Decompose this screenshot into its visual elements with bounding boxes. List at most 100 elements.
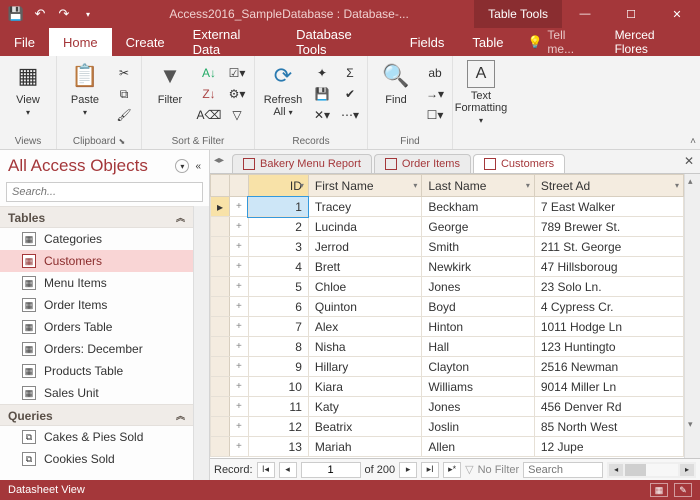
column-header-street-ad[interactable]: Street Ad▾ xyxy=(534,175,683,197)
table-row[interactable]: +3JerrodSmith211 St. George xyxy=(211,237,684,257)
tab-external-data[interactable]: External Data xyxy=(179,28,282,56)
table-row[interactable]: +12BeatrixJoslin85 North West xyxy=(211,417,684,437)
row-selector[interactable] xyxy=(211,337,230,357)
nav-item-cookies-sold[interactable]: ⧉Cookies Sold xyxy=(0,448,193,470)
row-selector[interactable] xyxy=(211,437,230,457)
grid-vertical-scrollbar[interactable] xyxy=(684,174,700,458)
tab-file[interactable]: File xyxy=(0,28,49,56)
expand-row-icon[interactable]: + xyxy=(230,397,249,417)
cut-icon[interactable]: ✂ xyxy=(113,64,135,82)
delete-record-icon[interactable]: ✕▾ xyxy=(311,106,333,124)
replace-icon[interactable]: ab xyxy=(424,64,446,82)
nav-item-products-table[interactable]: ▦Products Table xyxy=(0,360,193,382)
table-row[interactable]: +10KiaraWilliams9014 Miller Ln xyxy=(211,377,684,397)
last-record-button[interactable]: ▸I xyxy=(421,462,439,478)
tab-home[interactable]: Home xyxy=(49,28,112,56)
nav-scrollbar[interactable] xyxy=(193,206,209,480)
new-record-nav-button[interactable]: ▸* xyxy=(443,462,461,478)
column-header-first-name[interactable]: First Name▾ xyxy=(308,175,421,197)
table-row[interactable]: +13MariahAllen12 Jupe xyxy=(211,437,684,457)
tab-table[interactable]: Table xyxy=(458,28,517,56)
tell-me-search[interactable]: 💡Tell me... xyxy=(517,28,602,56)
datasheet-grid[interactable]: ID▾First Name▾Last Name▾Street Ad▾▸+1Tra… xyxy=(210,174,684,458)
nav-item-customers[interactable]: ▦Customers xyxy=(0,250,193,272)
more-records-icon[interactable]: ⋯▾ xyxy=(339,106,361,124)
hscroll-right-icon[interactable]: ▸ xyxy=(680,464,694,476)
hscroll-left-icon[interactable]: ◂ xyxy=(609,464,623,476)
expand-row-icon[interactable]: + xyxy=(230,337,249,357)
expand-row-icon[interactable]: + xyxy=(230,377,249,397)
spelling-icon[interactable]: ✔ xyxy=(339,85,361,103)
sort-ascending-icon[interactable]: A↓ xyxy=(198,64,220,82)
nav-category-dropdown-icon[interactable]: ▾ xyxy=(175,159,189,173)
close-button[interactable]: ✕ xyxy=(654,0,700,28)
format-painter-icon[interactable]: 🖌 xyxy=(113,106,135,124)
paste-button[interactable]: 📋 Paste▾ xyxy=(63,60,107,118)
expand-row-icon[interactable]: + xyxy=(230,277,249,297)
filter-indicator-icon[interactable]: ▽ xyxy=(465,463,473,476)
save-record-icon[interactable]: 💾 xyxy=(311,85,333,103)
row-selector[interactable]: ▸ xyxy=(211,197,230,217)
qat-dropdown-icon[interactable]: ▾ xyxy=(78,4,98,24)
sort-descending-icon[interactable]: Z↓ xyxy=(198,85,220,103)
expand-row-icon[interactable]: + xyxy=(230,197,249,217)
view-button[interactable]: ▦ View▾ xyxy=(6,60,50,118)
nav-category-tables[interactable]: Tables︽ xyxy=(0,206,193,228)
doc-tab-customers[interactable]: Customers xyxy=(473,154,565,173)
nav-pane-title[interactable]: All Access Objects xyxy=(8,156,175,176)
prev-record-button[interactable]: ◂ xyxy=(279,462,297,478)
new-record-icon[interactable]: ✦ xyxy=(311,64,333,82)
expand-row-icon[interactable]: + xyxy=(230,357,249,377)
redo-icon[interactable]: ↷ xyxy=(54,4,74,24)
maximize-button[interactable]: ☐ xyxy=(608,0,654,28)
table-row[interactable]: +6QuintonBoyd4 Cypress Cr. xyxy=(211,297,684,317)
tab-scroll-icon[interactable]: ◂▸ xyxy=(214,155,224,166)
row-selector[interactable] xyxy=(211,377,230,397)
nav-item-sales-unit[interactable]: ▦Sales Unit xyxy=(0,382,193,404)
tab-create[interactable]: Create xyxy=(112,28,179,56)
row-selector[interactable] xyxy=(211,417,230,437)
row-selector[interactable] xyxy=(211,237,230,257)
nav-category-queries[interactable]: Queries︽ xyxy=(0,404,193,426)
close-tab-icon[interactable]: ✕ xyxy=(684,154,694,168)
toggle-filter-icon[interactable]: ▽ xyxy=(226,106,248,124)
expand-row-icon[interactable]: + xyxy=(230,297,249,317)
column-header-id[interactable]: ID▾ xyxy=(248,175,308,197)
nav-item-orders-table[interactable]: ▦Orders Table xyxy=(0,316,193,338)
refresh-all-button[interactable]: ⟳ Refresh All ▾ xyxy=(261,60,305,118)
view-design-icon[interactable]: ✎ xyxy=(674,483,692,497)
expand-row-icon[interactable]: + xyxy=(230,417,249,437)
table-row[interactable]: +2LucindaGeorge789 Brewer St. xyxy=(211,217,684,237)
expand-row-icon[interactable]: + xyxy=(230,317,249,337)
grid-horizontal-scrollbar[interactable] xyxy=(625,464,678,476)
table-row[interactable]: ▸+1TraceyBeckham7 East Walker xyxy=(211,197,684,217)
table-row[interactable]: +11KatyJones456 Denver Rd xyxy=(211,397,684,417)
table-row[interactable]: +9HillaryClayton2516 Newman xyxy=(211,357,684,377)
nav-item-menu-items[interactable]: ▦Menu Items xyxy=(0,272,193,294)
text-formatting-button[interactable]: A Text Formatting ▾ xyxy=(459,60,503,126)
next-record-button[interactable]: ▸ xyxy=(399,462,417,478)
row-selector[interactable] xyxy=(211,397,230,417)
selection-filter-icon[interactable]: ☑▾ xyxy=(226,64,248,82)
copy-icon[interactable]: ⧉ xyxy=(113,85,135,103)
user-name[interactable]: Merced Flores xyxy=(603,28,700,56)
row-selector[interactable] xyxy=(211,317,230,337)
view-datasheet-icon[interactable]: ▦ xyxy=(650,483,668,497)
select-icon[interactable]: ☐▾ xyxy=(424,106,446,124)
collapse-ribbon-icon[interactable]: ˄ xyxy=(690,136,696,147)
goto-icon[interactable]: →▾ xyxy=(424,85,446,103)
save-icon[interactable]: 💾 xyxy=(6,4,26,24)
remove-sort-icon[interactable]: A⌫ xyxy=(198,106,220,124)
expand-row-icon[interactable]: + xyxy=(230,217,249,237)
nav-item-cakes-pies-sold[interactable]: ⧉Cakes & Pies Sold xyxy=(0,426,193,448)
row-selector[interactable] xyxy=(211,297,230,317)
row-selector[interactable] xyxy=(211,217,230,237)
tab-database-tools[interactable]: Database Tools xyxy=(282,28,396,56)
tab-fields[interactable]: Fields xyxy=(396,28,459,56)
minimize-button[interactable]: ― xyxy=(562,0,608,28)
doc-tab-bakery-menu-report[interactable]: Bakery Menu Report xyxy=(232,154,372,173)
table-row[interactable]: +5ChloeJones23 Solo Ln. xyxy=(211,277,684,297)
nav-search-input[interactable] xyxy=(6,182,203,202)
expand-row-icon[interactable]: + xyxy=(230,237,249,257)
record-position-input[interactable] xyxy=(301,462,361,478)
